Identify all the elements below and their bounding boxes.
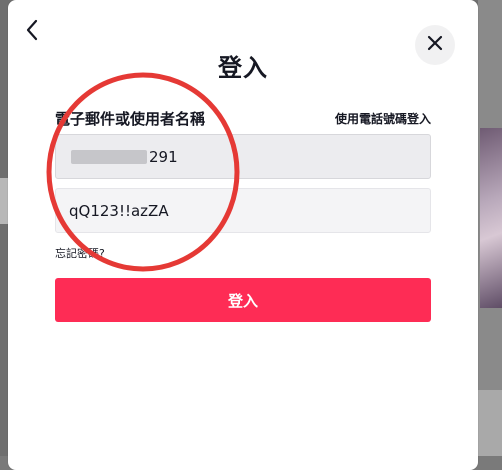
username-field-label: 電子郵件或使用者名稱: [55, 108, 205, 129]
password-value: qQ123!!azZA: [69, 202, 169, 220]
username-input[interactable]: 291: [55, 134, 431, 179]
background-fragment-right-bottom: [478, 390, 502, 456]
username-value-suffix: 291: [149, 148, 178, 166]
login-modal: 登入 電子郵件或使用者名稱 使用電話號碼登入 291 qQ123!!azZA 忘…: [8, 0, 478, 470]
password-input[interactable]: qQ123!!azZA: [55, 188, 431, 233]
background-image-right: [480, 128, 502, 308]
page-title: 登入: [8, 48, 478, 83]
back-button[interactable]: [20, 18, 44, 46]
field-label-row: 電子郵件或使用者名稱 使用電話號碼登入: [55, 108, 431, 129]
phone-login-link[interactable]: 使用電話號碼登入: [335, 110, 431, 127]
redacted-text-block: [71, 150, 147, 164]
chevron-left-icon: [25, 19, 39, 45]
forgot-password-link[interactable]: 忘記密碼?: [55, 245, 105, 261]
login-button[interactable]: 登入: [55, 278, 431, 322]
